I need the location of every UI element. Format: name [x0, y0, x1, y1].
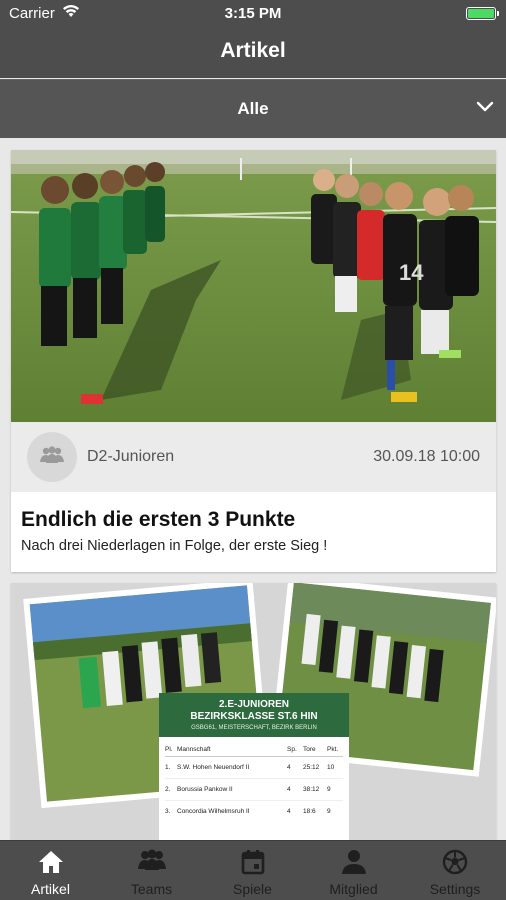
calendar-icon	[202, 849, 303, 877]
league-poster: 2.E-JUNIOREN BEZIRKSKLASSE ST.6 HIN GSBG…	[159, 693, 349, 840]
table-row: 3. Concordia Wilhelmsruh II 4 18:6 9	[165, 801, 343, 822]
article-photo[interactable]: 14	[11, 150, 496, 422]
home-icon	[0, 849, 101, 877]
tab-bar: Artikel Teams Spiele Mitglied Settings	[0, 840, 506, 900]
article-date: 30.09.18 10:00	[373, 448, 480, 465]
status-bar: Carrier 3:15 PM	[0, 0, 506, 28]
navigation-bar: Artikel	[0, 28, 506, 78]
battery-fill	[468, 9, 494, 18]
row-goals: 18:6	[303, 808, 316, 815]
battery-icon	[466, 7, 499, 20]
tab-label: Teams	[130, 881, 173, 897]
page-title: Artikel	[220, 39, 286, 62]
svg-text:14: 14	[399, 260, 424, 285]
row-team: Borussia Pankow II	[177, 786, 233, 793]
tab-spiele[interactable]: Spiele	[202, 841, 303, 900]
row-games: 4	[287, 764, 291, 771]
article-card[interactable]: 2.E-JUNIOREN BEZIRKSKLASSE ST.6 HIN GSBG…	[11, 583, 496, 840]
header-pl: Pl.	[165, 746, 173, 753]
row-games: 4	[287, 808, 291, 815]
group-icon	[39, 445, 65, 469]
article-subtitle: Nach drei Niederlagen in Folge, der erst…	[21, 538, 328, 554]
group-icon	[101, 849, 202, 877]
tab-label: Spiele	[233, 881, 272, 897]
standings-header: Pl. Mannschaft Sp. Tore Pkt.	[165, 743, 343, 757]
table-row: 1. S.W. Hohen Neuendorf II 4 25:12 10	[165, 757, 343, 779]
row-points: 9	[327, 808, 331, 815]
article-team: D2-Junioren	[87, 448, 175, 465]
poster-heading: 2.E-JUNIOREN	[218, 699, 289, 710]
filter-selected-label: Alle	[237, 99, 269, 118]
clock: 3:15 PM	[224, 5, 282, 22]
tab-artikel[interactable]: Artikel	[0, 841, 101, 900]
chevron-down-icon[interactable]	[476, 100, 494, 118]
article-feed[interactable]: 14 D2-Junioren 30.09.18 10:00 Endlich di…	[0, 138, 506, 840]
header-sp: Sp.	[287, 746, 297, 753]
row-games: 4	[287, 786, 291, 793]
row-goals: 25:12	[303, 764, 320, 771]
article-title[interactable]: Endlich die ersten 3 Punkte	[21, 508, 295, 532]
row-rank: 2.	[165, 786, 171, 793]
standings-table: Pl. Mannschaft Sp. Tore Pkt. 1. S.W. Hoh…	[165, 743, 343, 822]
row-points: 9	[327, 786, 331, 793]
row-rank: 1.	[165, 764, 171, 771]
poster-caption: GSBG61, MEISTERSCHAFT, BEZIRK BERLIN	[191, 725, 317, 731]
header-team: Mannschaft	[177, 746, 211, 753]
tab-label: Artikel	[31, 881, 70, 897]
row-team: Concordia Wilhelmsruh II	[177, 808, 250, 815]
tab-label: Settings	[429, 881, 481, 897]
filter-dropdown[interactable]: Alle	[0, 79, 506, 138]
tab-mitglied[interactable]: Mitglied	[303, 841, 404, 900]
tab-settings[interactable]: Settings	[404, 841, 506, 900]
article-card[interactable]: 14 D2-Junioren 30.09.18 10:00 Endlich di…	[11, 150, 496, 572]
person-icon	[303, 849, 404, 877]
row-goals: 38:12	[303, 786, 320, 793]
row-points: 10	[327, 764, 335, 771]
team-avatar	[27, 432, 77, 482]
row-team: S.W. Hohen Neuendorf II	[177, 764, 250, 771]
ball-icon	[404, 849, 506, 877]
tab-teams[interactable]: Teams	[101, 841, 202, 900]
row-rank: 3.	[165, 808, 171, 815]
header-pkt: Pkt.	[327, 746, 339, 753]
tab-label: Mitglied	[329, 881, 378, 897]
article-meta: D2-Junioren 30.09.18 10:00	[11, 422, 496, 492]
table-row: 2. Borussia Pankow II 4 38:12 9	[165, 779, 343, 801]
poster-subheading: BEZIRKSKLASSE ST.6 HIN	[190, 711, 318, 722]
header-tore: Tore	[303, 746, 316, 753]
